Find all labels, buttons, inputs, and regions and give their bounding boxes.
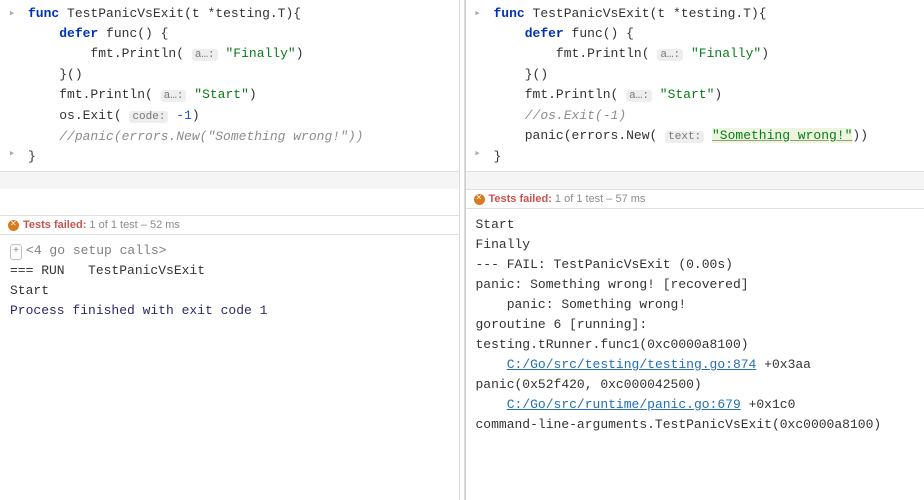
param-hint: a…: xyxy=(626,90,652,102)
console-line: C:/Go/src/testing/testing.go:874 +0x3aa xyxy=(476,355,915,375)
string: "Something wrong!" xyxy=(712,128,852,143)
code-line: os.Exit( code: -1) xyxy=(28,106,455,127)
console-line: Start xyxy=(476,215,915,235)
right-console[interactable]: Start Finally --- FAIL: TestPanicVsExit … xyxy=(466,209,924,500)
func-name: TestPanicVsExit xyxy=(533,6,650,21)
console-line: Finally xyxy=(476,235,915,255)
comment: //os.Exit(-1) xyxy=(525,108,626,123)
status-failed-label: Tests failed: xyxy=(489,193,552,205)
number: -1 xyxy=(176,108,192,123)
fail-icon xyxy=(474,194,485,205)
code-line: panic(errors.New( text: "Something wrong… xyxy=(494,126,921,147)
left-test-status[interactable]: Tests failed: 1 of 1 test – 52 ms xyxy=(0,215,459,235)
split-container: ▸ ▸ func TestPanicVsExit(t *testing.T){ … xyxy=(0,0,924,500)
console-line: command-line-arguments.TestPanicVsExit(0… xyxy=(476,415,915,435)
stack-link[interactable]: C:/Go/src/runtime/panic.go:679 xyxy=(507,397,741,412)
code-line: } xyxy=(494,147,921,167)
console-line: panic: Something wrong! xyxy=(476,295,915,315)
console-line: --- FAIL: TestPanicVsExit (0.00s) xyxy=(476,255,915,275)
spacer xyxy=(0,171,459,189)
console-line: testing.tRunner.func1(0xc0000a8100) xyxy=(476,335,915,355)
fail-icon xyxy=(8,220,19,231)
params: (t *testing.T){ xyxy=(184,6,301,21)
string: "Finally" xyxy=(225,46,295,61)
console-exit: Process finished with exit code 1 xyxy=(10,301,449,321)
console-setup: +<4 go setup calls> xyxy=(10,241,449,261)
param-hint: code: xyxy=(129,111,168,123)
status-detail: 1 of 1 test – 57 ms xyxy=(552,193,646,205)
code-line: //os.Exit(-1) xyxy=(494,106,921,126)
code-line: fmt.Println( a…: "Finally") xyxy=(494,44,921,65)
param-hint: a…: xyxy=(161,90,187,102)
string: "Start" xyxy=(660,87,715,102)
code-line: } xyxy=(28,147,455,167)
code-line: fmt.Println( a…: "Finally") xyxy=(28,44,455,65)
console-line: panic(0x52f420, 0xc000042500) xyxy=(476,375,915,395)
code-line: fmt.Println( a…: "Start") xyxy=(28,85,455,106)
func-name: TestPanicVsExit xyxy=(67,6,184,21)
status-failed-label: Tests failed: xyxy=(23,219,86,231)
param-hint: a…: xyxy=(192,49,218,61)
console-line: goroutine 6 [running]: xyxy=(476,315,915,335)
string: "Start" xyxy=(194,87,249,102)
keyword: defer xyxy=(525,26,564,41)
fold-icon[interactable]: ▸ xyxy=(466,144,490,164)
left-pane: ▸ ▸ func TestPanicVsExit(t *testing.T){ … xyxy=(0,0,459,500)
left-console[interactable]: +<4 go setup calls> === RUN TestPanicVsE… xyxy=(0,235,459,500)
code-line: defer func() { xyxy=(28,24,455,44)
expand-icon[interactable]: + xyxy=(10,244,22,260)
string: "Finally" xyxy=(691,46,761,61)
comment: //panic(errors.New("Something wrong!")) xyxy=(59,129,363,144)
console-line: === RUN TestPanicVsExit xyxy=(10,261,449,281)
left-gutter: ▸ ▸ xyxy=(0,4,24,164)
keyword: func xyxy=(494,6,525,21)
blank-strip xyxy=(0,189,459,215)
code-line: fmt.Println( a…: "Start") xyxy=(494,85,921,106)
stack-link[interactable]: C:/Go/src/testing/testing.go:874 xyxy=(507,357,757,372)
param-hint: a…: xyxy=(657,49,683,61)
keyword: func xyxy=(28,6,59,21)
left-editor[interactable]: ▸ ▸ func TestPanicVsExit(t *testing.T){ … xyxy=(0,0,459,171)
code-line: }() xyxy=(494,65,921,85)
right-gutter: ▸ ▸ xyxy=(466,4,490,164)
console-line: panic: Something wrong! [recovered] xyxy=(476,275,915,295)
right-test-status[interactable]: Tests failed: 1 of 1 test – 57 ms xyxy=(466,189,924,209)
fold-icon[interactable]: ▸ xyxy=(0,144,24,164)
right-pane: ▸ ▸ func TestPanicVsExit(t *testing.T){ … xyxy=(465,0,924,500)
params: (t *testing.T){ xyxy=(650,6,767,21)
code-line: defer func() { xyxy=(494,24,921,44)
right-editor[interactable]: ▸ ▸ func TestPanicVsExit(t *testing.T){ … xyxy=(466,0,924,171)
fold-icon[interactable]: ▸ xyxy=(466,4,490,24)
fold-icon[interactable]: ▸ xyxy=(0,4,24,24)
console-line: C:/Go/src/runtime/panic.go:679 +0x1c0 xyxy=(476,395,915,415)
param-hint: text: xyxy=(665,131,704,143)
code-line: func TestPanicVsExit(t *testing.T){ xyxy=(494,4,921,24)
console-line: Start xyxy=(10,281,449,301)
code-line: func TestPanicVsExit(t *testing.T){ xyxy=(28,4,455,24)
spacer xyxy=(466,171,924,189)
code-line: }() xyxy=(28,65,455,85)
code-line: //panic(errors.New("Something wrong!")) xyxy=(28,127,455,147)
status-detail: 1 of 1 test – 52 ms xyxy=(86,219,180,231)
keyword: defer xyxy=(59,26,98,41)
